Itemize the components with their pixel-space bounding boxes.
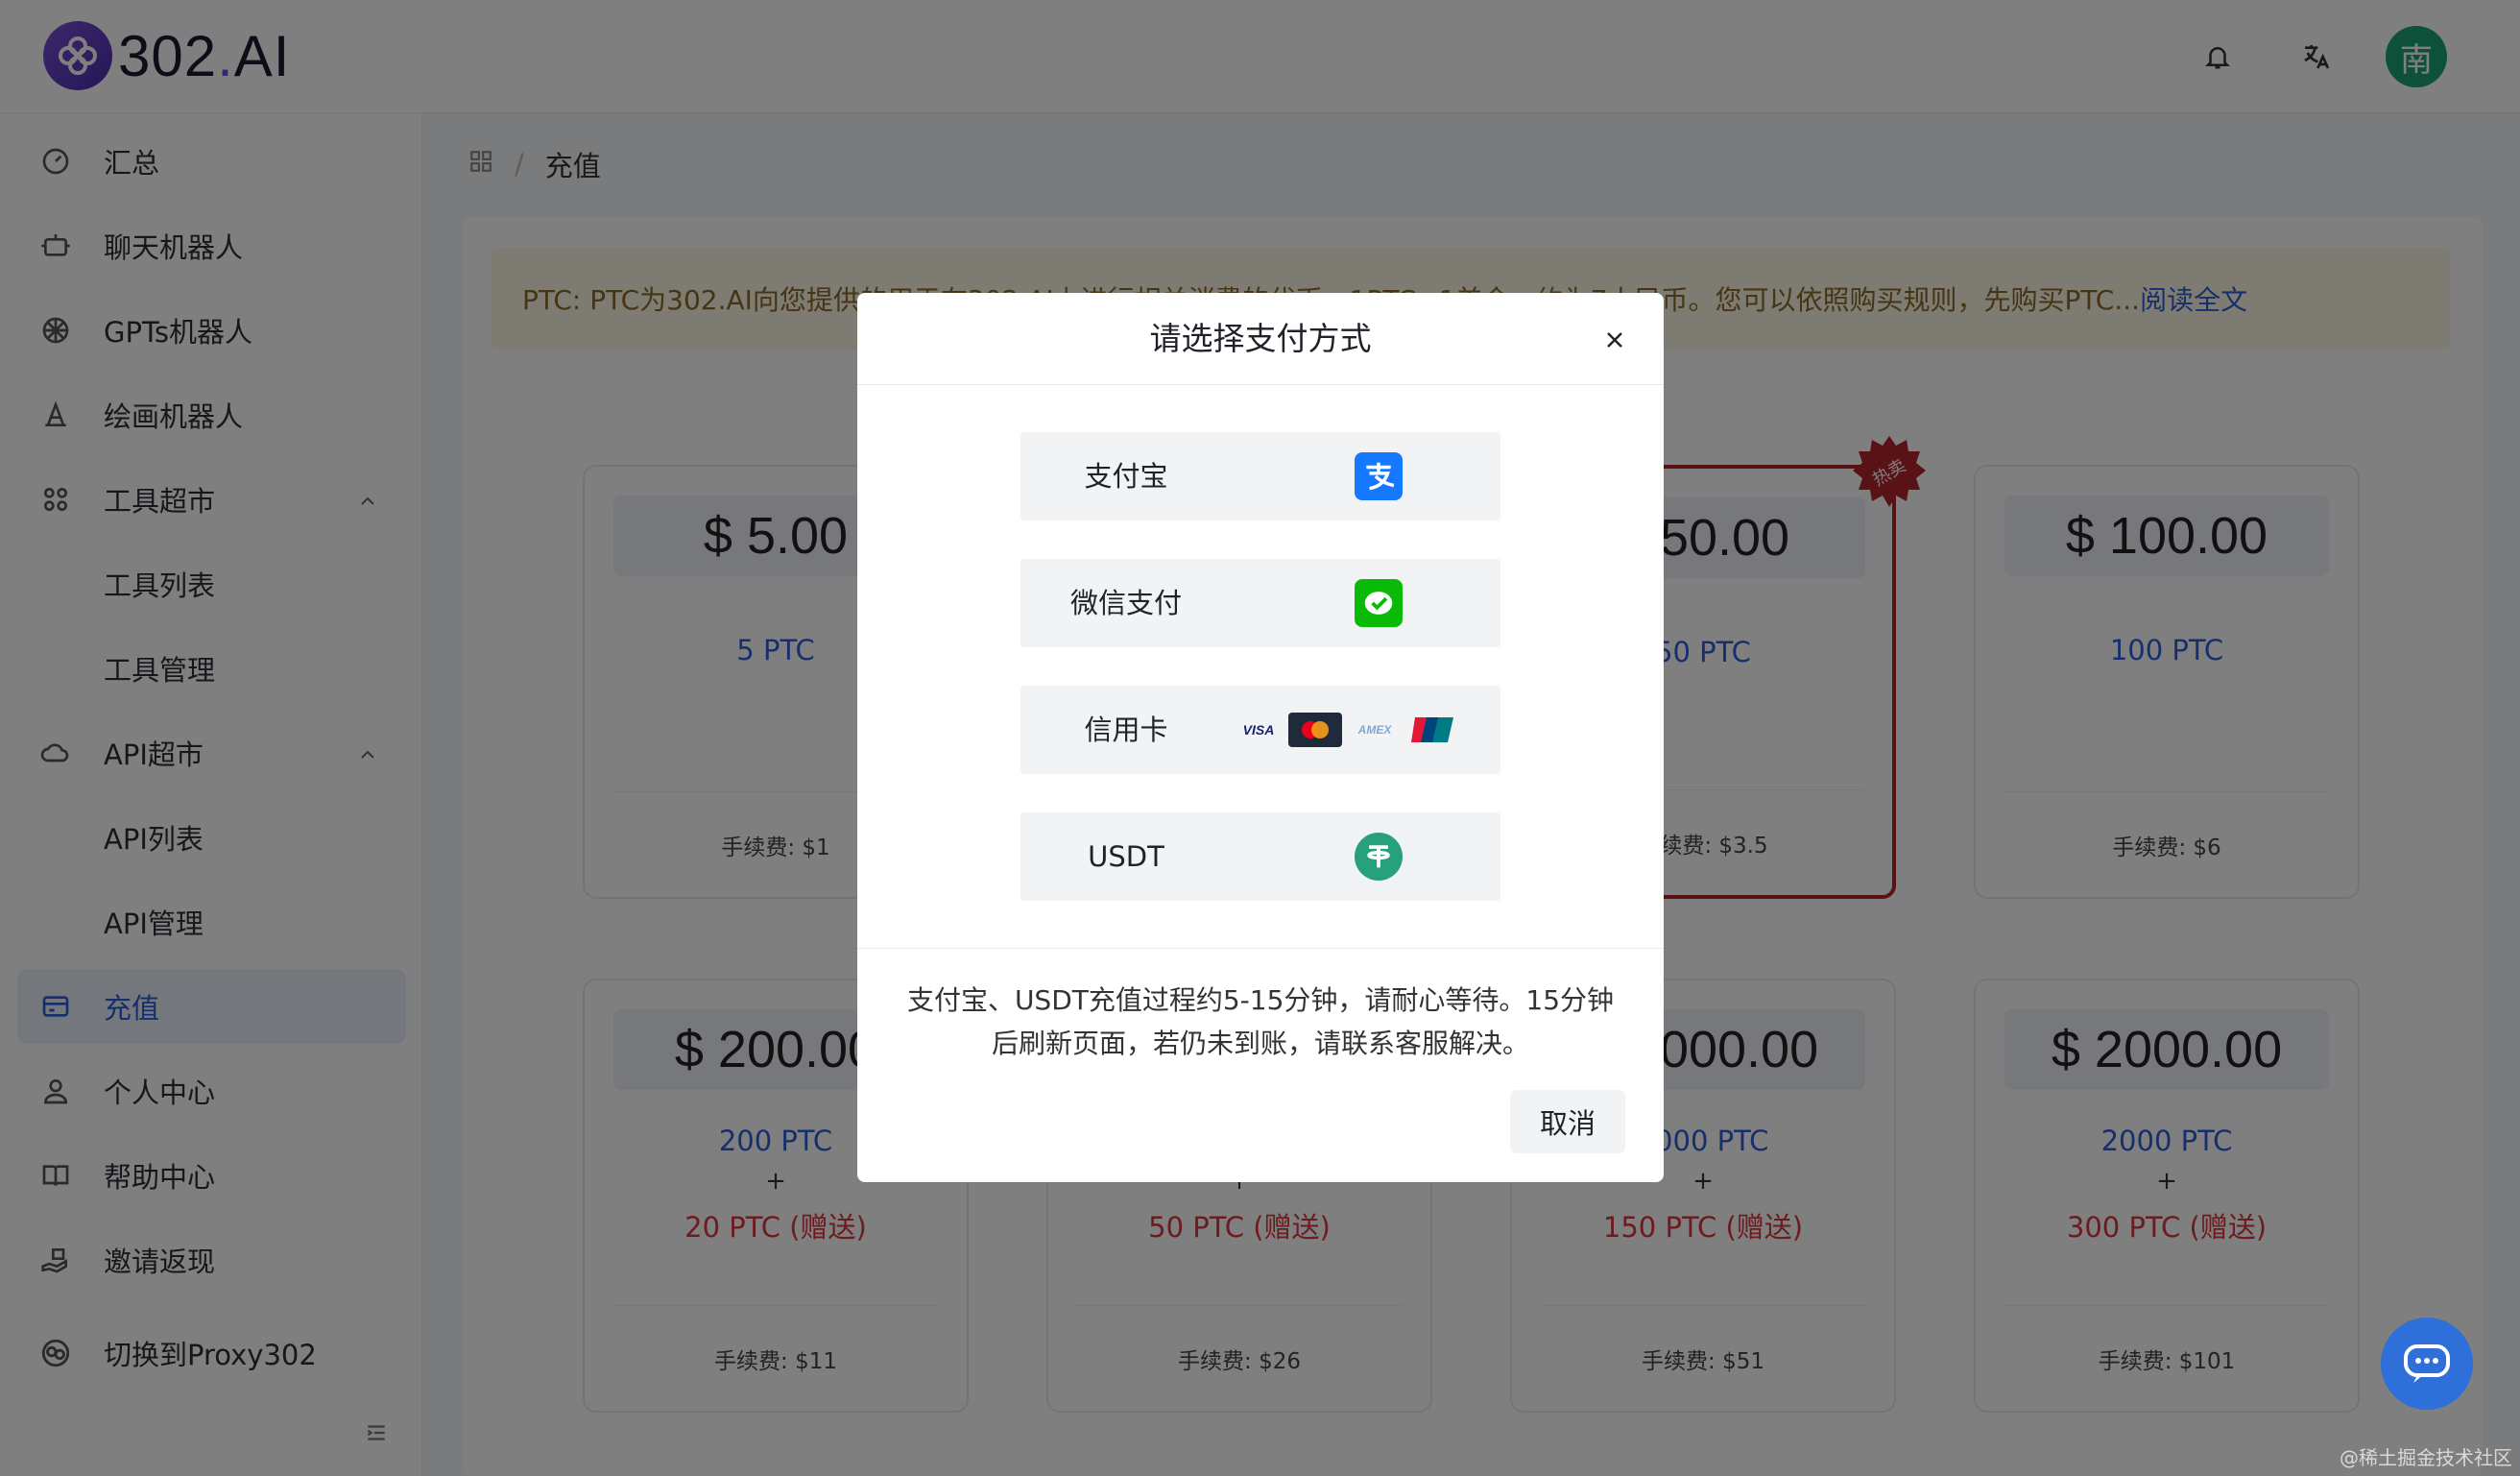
pay-option-wechat[interactable]: 微信支付 (1020, 559, 1500, 647)
alipay-icon (1355, 452, 1403, 500)
close-icon[interactable] (1600, 326, 1629, 354)
mastercard-icon (1288, 713, 1342, 747)
pay-option-label: USDT (1088, 840, 1164, 873)
dialog-header: 请选择支付方式 (857, 293, 1664, 385)
dialog-divider (857, 948, 1664, 949)
chat-bubble-icon (2404, 1344, 2450, 1383)
svg-text:AMEX: AMEX (1357, 723, 1393, 737)
cancel-button[interactable]: 取消 (1510, 1090, 1625, 1153)
visa-icon: VISA (1234, 714, 1284, 746)
payment-method-dialog: 请选择支付方式 支付宝 微信支付 信用卡 VISA AMEX USDT 支付宝、… (857, 293, 1664, 1182)
pay-option-label: 微信支付 (1069, 587, 1182, 619)
pay-option-credit-card[interactable]: 信用卡 VISA AMEX (1020, 686, 1500, 774)
tether-icon (1355, 833, 1403, 881)
pay-option-usdt[interactable]: USDT (1020, 812, 1500, 901)
customer-service-button[interactable] (2381, 1318, 2473, 1410)
payment-note: 支付宝、USDT充值过程约5-15分钟，请耐心等待。15分钟后刷新页面，若仍未到… (906, 984, 1615, 1059)
dialog-title: 请选择支付方式 (1149, 320, 1372, 357)
pay-option-alipay[interactable]: 支付宝 (1020, 432, 1500, 520)
wechat-pay-icon (1355, 579, 1403, 627)
pay-option-label: 信用卡 (1084, 714, 1168, 746)
svg-text:VISA: VISA (1243, 722, 1275, 738)
watermark: @稀土掘金技术社区 (2340, 1446, 2512, 1469)
pay-option-label: 支付宝 (1084, 460, 1168, 493)
amex-icon: AMEX (1348, 714, 1402, 746)
unionpay-icon (1409, 714, 1457, 746)
